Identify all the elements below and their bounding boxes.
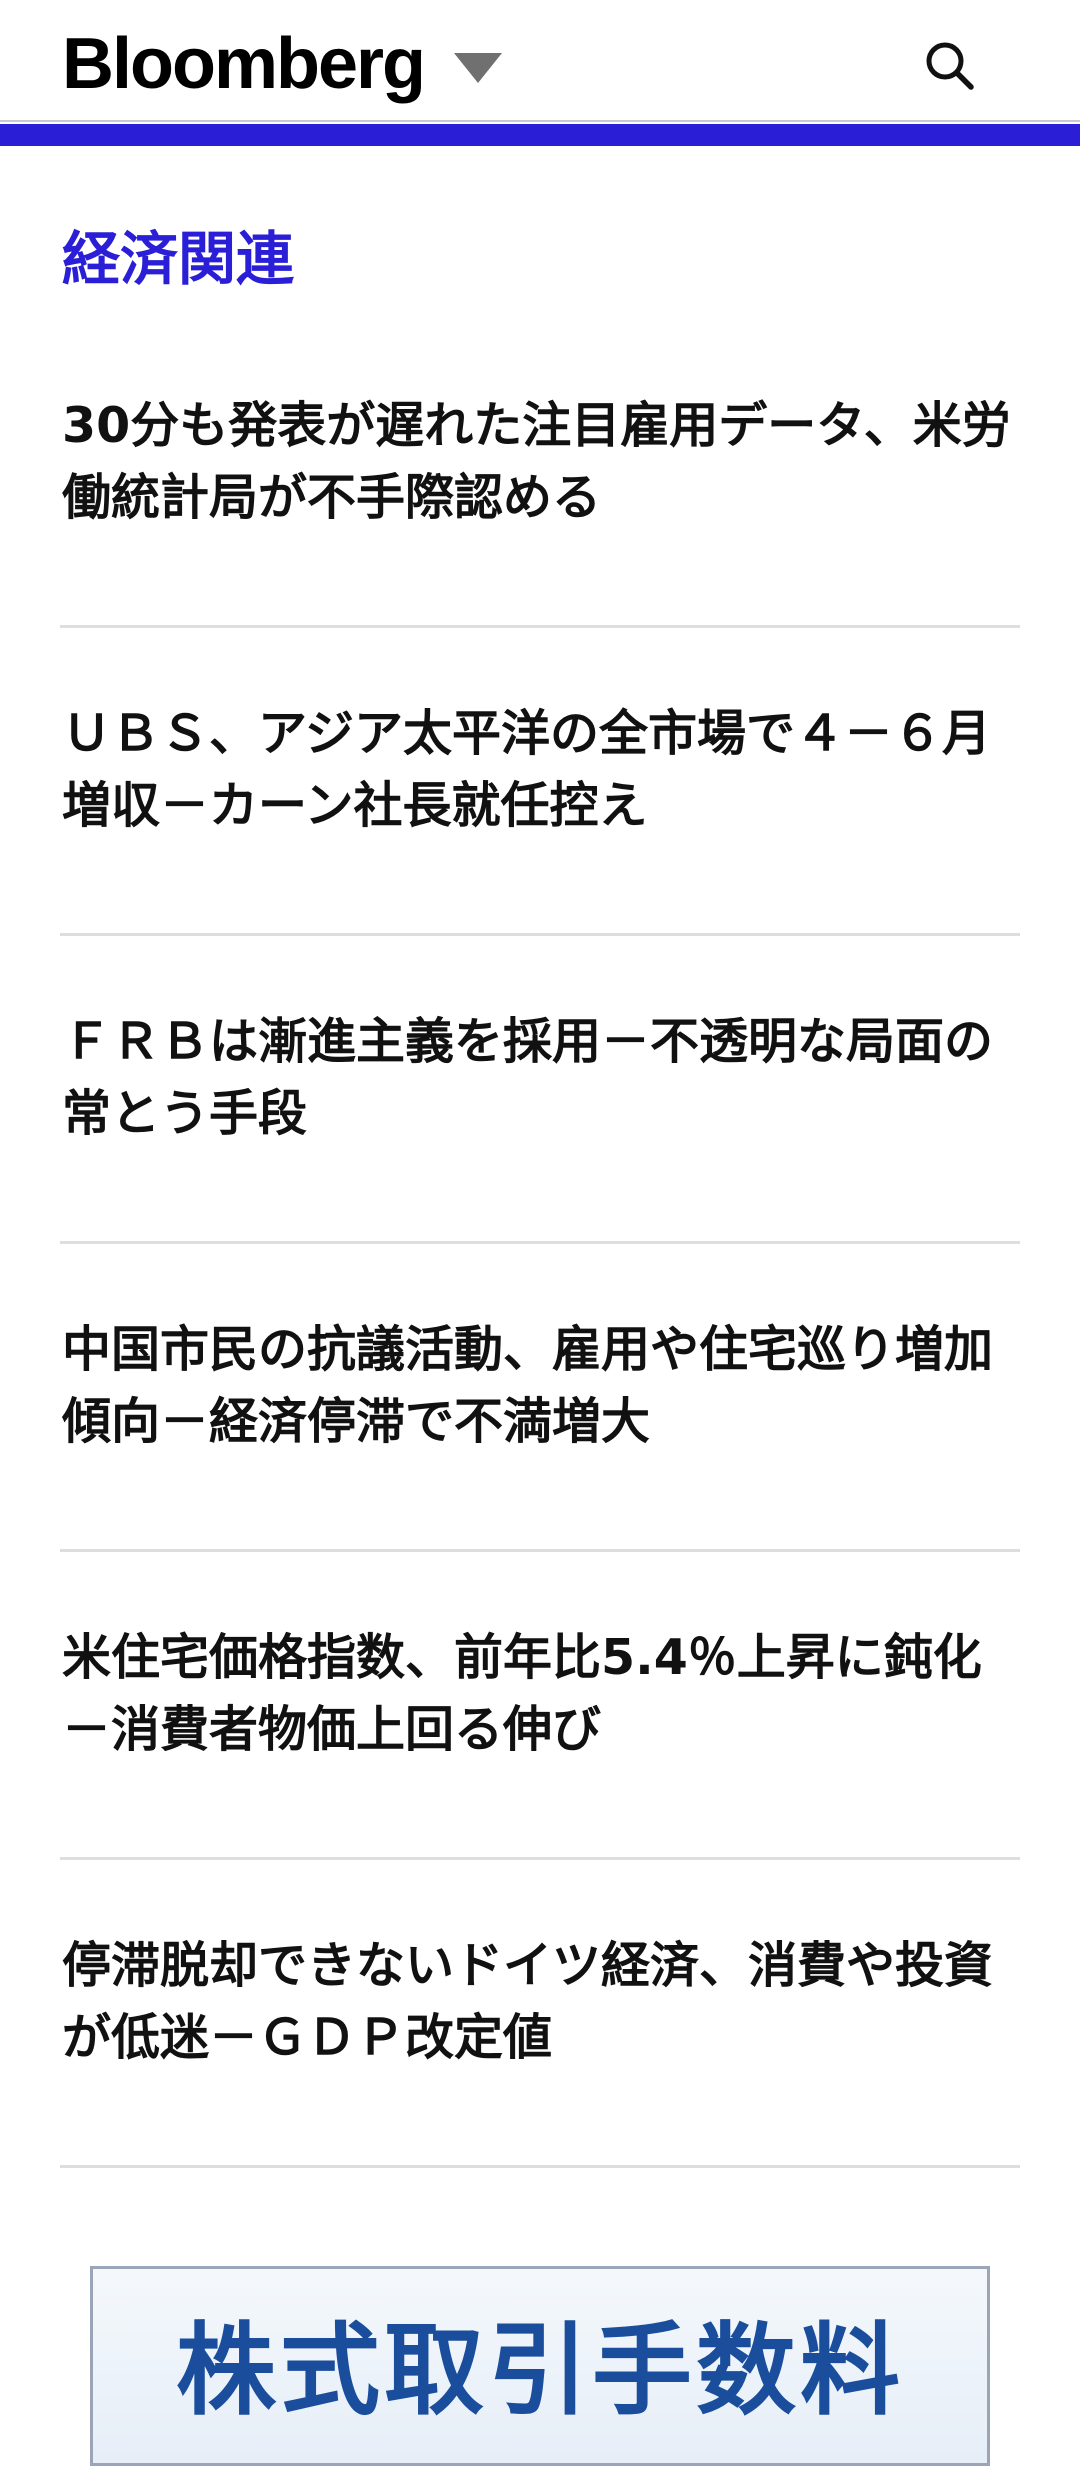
- brand-menu-button[interactable]: Bloomberg: [62, 22, 503, 106]
- article-item[interactable]: ＦＲＢは漸進主義を採用－不透明な局面の常とう手段: [60, 938, 1020, 1244]
- app-header: Bloomberg: [0, 0, 1080, 122]
- article-item[interactable]: 停滞脱却できないドイツ経済、消費や投資が低迷－ＧＤＰ改定値: [60, 1862, 1020, 2168]
- article-headline[interactable]: 停滞脱却できないドイツ経済、消費や投資が低迷－ＧＤＰ改定値: [62, 1930, 1022, 2074]
- article-headline[interactable]: 米住宅価格指数、前年比5.4％上昇に鈍化－消費者物価上回る伸び: [62, 1622, 1022, 1766]
- ad-banner-text: 株式取引手数料: [176, 2312, 904, 2429]
- article-item[interactable]: 中国市民の抗議活動、雇用や住宅巡り増加傾向－経済停滞で不満増大: [60, 1246, 1020, 1552]
- article-list: 30分も発表が遅れた注目雇用データ、米労働統計局が不手際認める ＵＢＳ、アジア太…: [60, 322, 1020, 2168]
- section-title: 経済関連: [62, 224, 295, 293]
- accent-bar: [0, 124, 1080, 146]
- search-button[interactable]: [918, 34, 982, 98]
- caret-down-icon: [454, 53, 503, 83]
- article-item[interactable]: 30分も発表が遅れた注目雇用データ、米労働統計局が不手際認める: [60, 322, 1020, 628]
- article-item[interactable]: 米住宅価格指数、前年比5.4％上昇に鈍化－消費者物価上回る伸び: [60, 1554, 1020, 1860]
- article-headline[interactable]: 30分も発表が遅れた注目雇用データ、米労働統計局が不手際認める: [62, 390, 1022, 534]
- article-headline[interactable]: 中国市民の抗議活動、雇用や住宅巡り増加傾向－経済停滞で不満増大: [62, 1314, 1022, 1458]
- article-headline[interactable]: ＦＲＢは漸進主義を採用－不透明な局面の常とう手段: [62, 1006, 1022, 1150]
- article-item[interactable]: ＵＢＳ、アジア太平洋の全市場で４－６月増収－カーン社長就任控え: [60, 630, 1020, 936]
- search-icon: [926, 42, 974, 90]
- ad-banner[interactable]: 株式取引手数料: [90, 2266, 990, 2466]
- article-headline[interactable]: ＵＢＳ、アジア太平洋の全市場で４－６月増収－カーン社長就任控え: [62, 698, 1022, 842]
- bloomberg-logo: Bloomberg: [62, 24, 426, 104]
